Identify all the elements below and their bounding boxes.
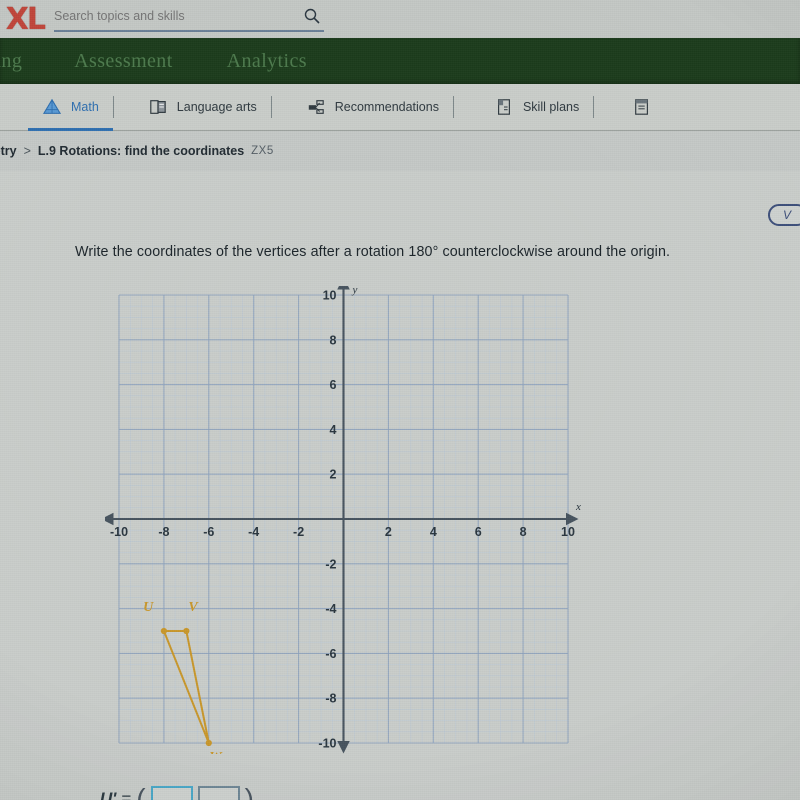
- search-input[interactable]: [54, 9, 284, 27]
- tab-recommendations[interactable]: Recommendations: [292, 84, 453, 131]
- answer-row-u-prime: U' = ( ): [100, 783, 254, 800]
- x-tick-label: 2: [385, 525, 392, 539]
- awards-icon: [635, 99, 649, 115]
- tab-divider: [452, 96, 454, 118]
- y-axis-label: y: [352, 286, 358, 296]
- answer-equals: =: [121, 789, 132, 800]
- x-tick-label: 10: [561, 525, 575, 539]
- question-text: Write the coordinates of the vertices af…: [75, 244, 671, 260]
- vertex-point[interactable]: [160, 627, 167, 635]
- x-tick-label: 8: [520, 525, 527, 539]
- primary-nav: rning Assessment Analytics: [0, 38, 800, 84]
- question-workspace: V Write the coordinates of the vertices …: [0, 171, 800, 800]
- vertex-point[interactable]: [183, 627, 190, 635]
- tab-recommendations-label: Recommendations: [334, 100, 439, 114]
- vertex-label-V: V: [188, 600, 199, 615]
- x-tick-label: 4: [430, 525, 437, 539]
- skill-plans-icon: [497, 99, 510, 115]
- close-paren: ): [244, 783, 254, 800]
- tab-divider: [112, 96, 114, 118]
- x-axis-label: x: [575, 501, 581, 513]
- nav-item-analytics[interactable]: Analytics: [227, 50, 307, 73]
- search-bar[interactable]: [54, 6, 324, 32]
- answer-x-input[interactable]: [150, 786, 193, 800]
- y-tick-label: -6: [325, 647, 336, 661]
- video-button[interactable]: V: [768, 204, 800, 226]
- recommendations-icon: [308, 100, 324, 114]
- tab-math-label: Math: [71, 100, 99, 114]
- coordinate-grid-svg[interactable]: -10-8-6-4-2246810108642-2-4-6-8-10xyUVW: [105, 286, 585, 754]
- x-tick-label: -8: [158, 525, 169, 539]
- x-tick-label: -4: [248, 525, 259, 539]
- series-triangle-uvw: U V W: [143, 600, 223, 754]
- math-compass-icon: [42, 98, 62, 114]
- breadcrumb-skill-code: ZX5: [251, 145, 274, 157]
- breadcrumb-separator: >: [23, 144, 31, 158]
- y-tick-label: 4: [330, 423, 337, 437]
- axis-names: xy: [352, 286, 582, 513]
- answer-label: U': [100, 789, 117, 800]
- subject-tab-bar: Math Language arts Recommendations Skill…: [0, 84, 800, 131]
- coordinate-plane[interactable]: -10-8-6-4-2246810108642-2-4-6-8-10xyUVW: [105, 286, 585, 754]
- tab-language-arts-label: Language arts: [176, 100, 257, 114]
- tab-skill-plans-label: Skill plans: [522, 100, 580, 114]
- nav-item-assessment[interactable]: Assessment: [74, 50, 172, 73]
- y-tick-label: 2: [330, 468, 337, 482]
- y-tick-label: 8: [330, 333, 337, 347]
- x-tick-label: -6: [203, 525, 214, 539]
- y-tick-label: -2: [325, 557, 336, 571]
- breadcrumb-subject[interactable]: netry: [0, 144, 17, 158]
- vertex-label-W: W: [209, 750, 223, 754]
- search-icon[interactable]: [304, 8, 320, 24]
- y-tick-label: -8: [325, 692, 336, 706]
- breadcrumb-skill[interactable]: L.9 Rotations: find the coordinates: [38, 144, 244, 158]
- y-tick-label: -4: [325, 602, 336, 616]
- open-paren: (: [136, 783, 146, 800]
- vertex-point[interactable]: [205, 739, 212, 747]
- tab-divider: [270, 96, 272, 118]
- book-icon: [150, 100, 166, 114]
- tab-math[interactable]: Math: [28, 84, 113, 131]
- tab-skill-plans[interactable]: Skill plans: [480, 84, 593, 131]
- answer-y-input[interactable]: [197, 786, 240, 800]
- top-bar: XL: [0, 0, 800, 38]
- tab-divider: [593, 96, 595, 118]
- y-tick-label: 10: [323, 289, 337, 303]
- x-tick-label: -10: [110, 525, 128, 539]
- x-tick-label: 6: [475, 525, 482, 539]
- y-tick-label: -10: [318, 737, 336, 751]
- tab-language-arts[interactable]: Language arts: [134, 84, 271, 131]
- axes: [105, 286, 579, 754]
- nav-item-learning[interactable]: rning: [0, 50, 22, 73]
- vertex-label-U: U: [143, 600, 154, 615]
- tab-awards[interactable]: [618, 84, 661, 131]
- y-tick-label: 6: [330, 378, 337, 392]
- x-tick-label: -2: [293, 525, 304, 539]
- breadcrumb: netry > L.9 Rotations: find the coordina…: [0, 131, 800, 171]
- ixl-logo[interactable]: XL: [0, 1, 46, 37]
